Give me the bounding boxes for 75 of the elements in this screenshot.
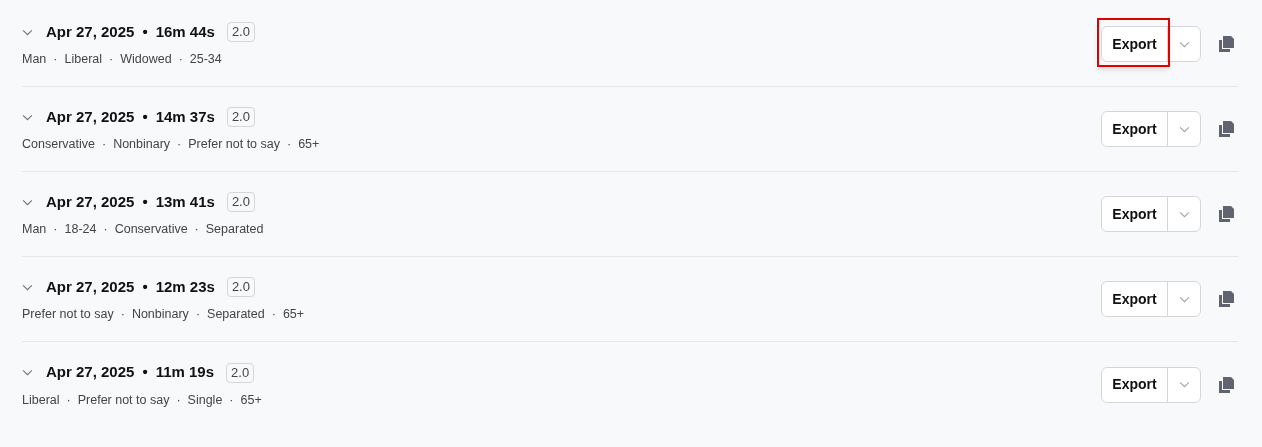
dot-separator: ·	[178, 51, 183, 69]
version-badge: 2.0	[226, 107, 255, 128]
chevron-down-icon	[22, 369, 33, 377]
demographic-tag: Man	[22, 50, 47, 70]
demographic-tag: 65+	[240, 390, 262, 410]
copy-icon	[1218, 291, 1234, 307]
dot-separator: ·	[271, 306, 276, 324]
dot-separator: ·	[287, 136, 292, 154]
session-duration: 16m 44s	[155, 21, 215, 42]
session-date: Apr 27, 2025	[46, 106, 135, 127]
demographic-tag: Conservative	[114, 220, 188, 240]
copy-icon	[1218, 206, 1234, 222]
chevron-down-icon	[1178, 125, 1190, 133]
chevron-down-icon	[22, 283, 33, 291]
dot-separator: ·	[66, 391, 71, 409]
demographic-tag: Man	[22, 220, 47, 240]
demographic-tag: Prefer not to say	[77, 390, 170, 410]
copy-button[interactable]	[1218, 205, 1234, 223]
copy-button[interactable]	[1218, 290, 1234, 308]
copy-icon	[1218, 36, 1234, 52]
demographic-tag: Prefer not to say	[22, 305, 114, 325]
demographic-tag: Separated	[207, 305, 265, 325]
chevron-down-icon	[1178, 295, 1190, 303]
session-duration: 13m 41s	[155, 191, 215, 212]
version-badge: 2.0	[226, 277, 255, 298]
version-badge: 2.0	[226, 192, 255, 213]
demographic-tag: 65+	[298, 135, 320, 155]
dot-separator: ·	[53, 221, 58, 239]
demographic-tag: Nonbinary	[131, 305, 189, 325]
copy-icon	[1218, 376, 1234, 393]
bullet-separator: •	[142, 21, 148, 42]
demographic-tag: Liberal	[22, 390, 60, 410]
demographic-tag: 65+	[282, 305, 305, 325]
demographic-tag: Widowed	[120, 50, 172, 70]
bullet-separator: •	[142, 106, 148, 127]
dot-separator: ·	[195, 306, 201, 324]
dot-separator: ·	[53, 51, 58, 69]
dot-separator: ·	[101, 136, 107, 154]
demographic-tag: Separated	[205, 220, 264, 240]
demographic-tag: Nonbinary	[113, 135, 171, 155]
dot-separator: ·	[120, 306, 125, 324]
demographic-tag: Conservative	[22, 135, 95, 155]
session-date: Apr 27, 2025	[46, 191, 135, 212]
session-date: Apr 27, 2025	[46, 362, 135, 383]
copy-button[interactable]	[1218, 120, 1234, 138]
session-date: Apr 27, 2025	[46, 21, 135, 42]
session-duration: 12m 23s	[155, 276, 215, 297]
dot-separator: ·	[229, 391, 234, 409]
version-badge: 2.0	[226, 362, 255, 383]
session-duration: 11m 19s	[155, 362, 215, 383]
chevron-down-icon	[1178, 210, 1190, 218]
version-badge: 2.0	[226, 22, 255, 43]
demographic-tag: 18-24	[64, 220, 97, 240]
session-date: Apr 27, 2025	[46, 276, 135, 297]
copy-button[interactable]	[1218, 375, 1234, 394]
dot-separator: ·	[109, 51, 114, 69]
bullet-separator: •	[142, 362, 148, 383]
chevron-down-icon	[1178, 381, 1190, 388]
chevron-down-icon	[22, 28, 33, 36]
dot-separator: ·	[103, 221, 108, 239]
dot-separator: ·	[177, 136, 182, 154]
demographic-tag: Prefer not to say	[188, 135, 280, 155]
bullet-separator: •	[142, 191, 148, 212]
chevron-down-icon	[22, 113, 33, 121]
chevron-down-icon	[1178, 40, 1190, 48]
dot-separator: ·	[176, 391, 181, 409]
chevron-down-icon	[22, 198, 33, 206]
bullet-separator: •	[142, 276, 148, 297]
copy-button[interactable]	[1218, 35, 1234, 53]
session-duration: 14m 37s	[155, 106, 215, 127]
copy-icon	[1218, 121, 1234, 137]
dot-separator: ·	[194, 221, 199, 239]
demographic-tag: Liberal	[64, 50, 103, 70]
demographic-tag: 25-34	[189, 50, 222, 70]
demographic-tag: Single	[187, 390, 223, 410]
